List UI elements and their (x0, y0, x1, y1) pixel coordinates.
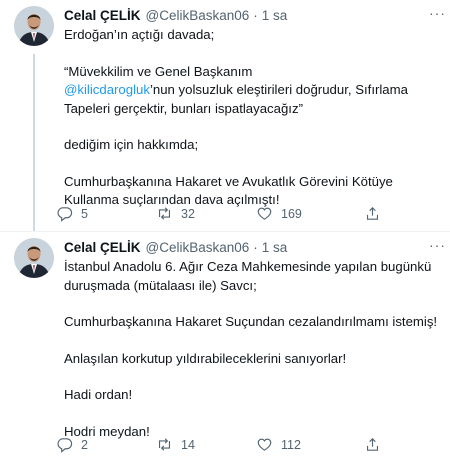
retweet-icon (158, 207, 171, 220)
tweet-line: Cumhurbaşkanına Hakaret ve Avukatlık Gör… (64, 173, 393, 189)
more-icon[interactable]: ··· (429, 6, 446, 20)
author-handle[interactable]: @CelikBaskan06 (146, 7, 250, 25)
reply-icon (57, 438, 73, 453)
share-button[interactable] (364, 436, 381, 453)
separator-dot: · (253, 8, 258, 23)
tweet-actions: 2 14 112 (56, 436, 440, 453)
retweet-count: 14 (181, 437, 195, 452)
author-handle[interactable]: @CelikBaskan06 (146, 239, 250, 257)
heart-icon (257, 207, 272, 220)
reply-button[interactable]: 5 (56, 205, 156, 222)
retweet-icon (158, 438, 171, 451)
avatar[interactable] (14, 6, 54, 46)
tweet-header: Celal ÇELİK @CelikBaskan06 · 1 sa (64, 239, 440, 257)
tweet-text: Erdoğan’ın açtığı davada; “Müvekkilim ve… (64, 26, 440, 210)
share-icon (366, 438, 379, 451)
separator-dot: · (253, 240, 258, 255)
retweet-button[interactable]: 32 (156, 205, 256, 222)
thread-connector-line (33, 54, 35, 231)
tweet-header: Celal ÇELİK @CelikBaskan06 · 1 sa (64, 7, 440, 25)
tweet-line: @kilicdarogluk’nun yolsuzluk eleştiriler… (64, 81, 440, 100)
reply-button[interactable]: 2 (56, 436, 156, 453)
reply-count: 2 (81, 437, 88, 452)
like-button[interactable]: 112 (256, 436, 364, 453)
tweet-line: duruşmada (mütalaası ile) Savcı; (64, 277, 257, 293)
author-name[interactable]: Celal ÇELİK (64, 7, 141, 25)
like-count: 112 (281, 437, 301, 452)
like-count: 169 (281, 206, 302, 221)
tweet-line: Erdoğan’ın açtığı davada; (64, 27, 215, 42)
tweet-text: İstanbul Anadolu 6. Ağır Ceza Mahkemesin… (64, 258, 440, 441)
mention-link[interactable]: @kilicdarogluk (64, 82, 150, 97)
like-button[interactable]: 169 (256, 205, 364, 222)
heart-icon (257, 438, 272, 451)
timestamp[interactable]: 1 sa (262, 239, 288, 257)
tweet-line: Tapeleri gerçektir, bunları ispatlayacağ… (64, 100, 303, 116)
reply-count: 5 (81, 206, 88, 221)
avatar[interactable] (14, 238, 54, 278)
retweet-count: 32 (181, 206, 195, 221)
share-button[interactable] (364, 205, 381, 222)
tweet-line: dediğim için hakkımda; (64, 137, 199, 152)
tweet-line: Cumhurbaşkanına Hakaret Suçundan cezalan… (64, 314, 438, 329)
tweet-line: İstanbul Anadolu 6. Ağır Ceza Mahkemesin… (64, 259, 432, 274)
more-icon[interactable]: ··· (429, 238, 446, 252)
author-name[interactable]: Celal ÇELİK (64, 239, 141, 257)
share-icon (366, 207, 379, 220)
tweet-actions: 5 32 169 (56, 205, 440, 222)
tweet[interactable]: Celal ÇELİK @CelikBaskan06 · 1 sa İstanb… (0, 232, 450, 463)
timestamp[interactable]: 1 sa (262, 7, 288, 25)
tweet-line: Hadi ordan! (64, 387, 133, 402)
tweet-line-text: ’nun yolsuzluk eleştirileri doğrudur, Sı… (149, 82, 408, 97)
reply-icon (57, 207, 73, 222)
tweet-line: “Müvekkilim ve Genel Başkanım (64, 63, 253, 79)
retweet-button[interactable]: 14 (156, 436, 256, 453)
tweet[interactable]: Celal ÇELİK @CelikBaskan06 · 1 sa Erdoğa… (0, 0, 450, 232)
tweet-line: Anlaşılan korkutup yıldırabileceklerini … (64, 350, 347, 366)
